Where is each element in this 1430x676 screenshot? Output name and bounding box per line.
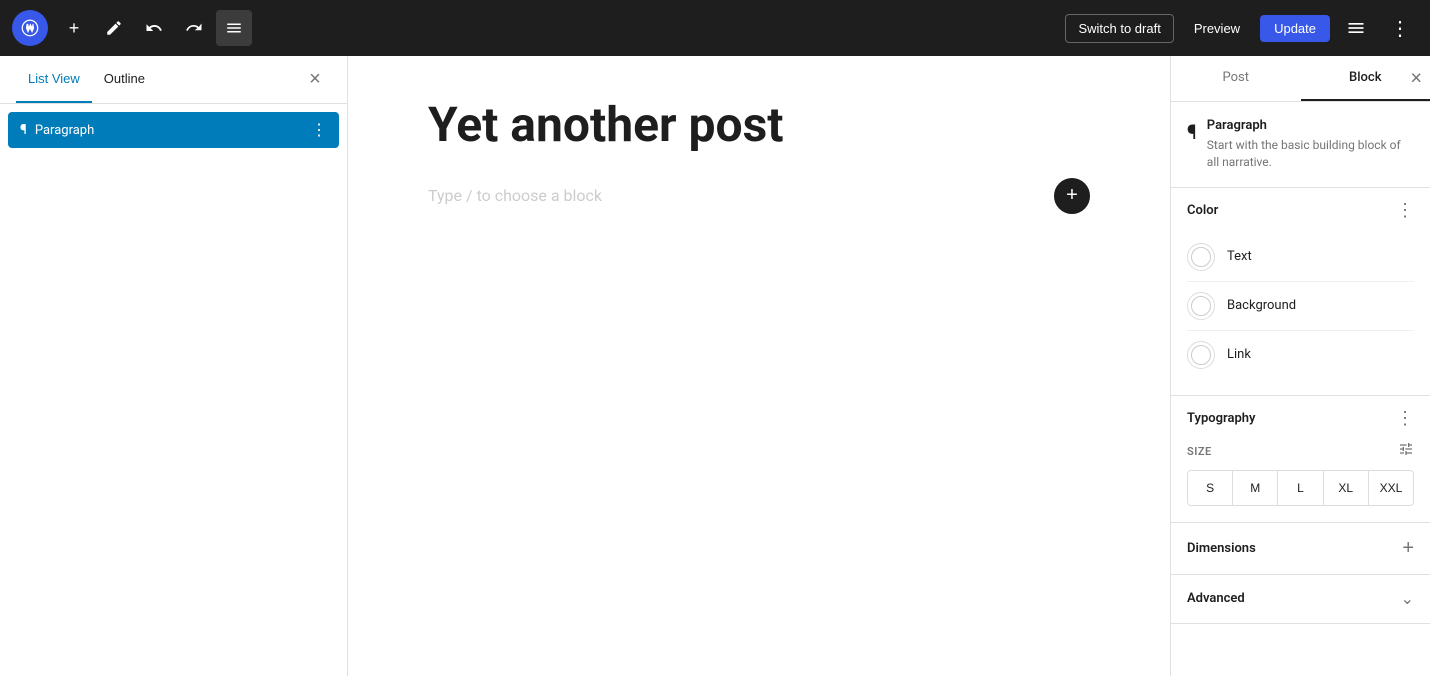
main-area: List View Outline × ¶ Paragraph ⋮ Yet an… [0,56,1430,676]
typography-section-options-button[interactable]: ⋮ [1396,408,1414,429]
toolbar-left: + [12,10,252,46]
block-info: ¶ Paragraph Start with the basic buildin… [1171,102,1430,188]
sidebar-left: List View Outline × ¶ Paragraph ⋮ [0,56,348,676]
sidebar-tabs: List View Outline × [0,56,347,104]
advanced-section-header[interactable]: Advanced ⌄ [1171,575,1430,623]
typography-section: Typography ⋮ SIZE S M L XL XXL [1171,396,1430,523]
size-m-button[interactable]: M [1233,471,1278,505]
color-text-label: Text [1227,249,1252,264]
sidebar-right: Post Block × ¶ Paragraph Start with the … [1170,56,1430,676]
block-info-title: Paragraph [1207,118,1414,133]
color-link-circle [1187,341,1215,369]
advanced-chevron-button[interactable]: ⌄ [1401,589,1414,609]
sidebar-items: ¶ Paragraph ⋮ [0,104,347,156]
more-options-button[interactable]: ⋮ [1382,10,1418,46]
color-link-label: Link [1227,347,1251,362]
color-section-body: Text Background Link [1171,233,1430,395]
color-text-circle [1187,243,1215,271]
size-s-button[interactable]: S [1188,471,1233,505]
tab-outline[interactable]: Outline [92,56,157,103]
size-label-text: SIZE [1187,445,1212,458]
color-option-text[interactable]: Text [1187,233,1414,282]
color-text-circle-inner [1191,247,1211,267]
toolbar-right: Switch to draft Preview Update ⋮ [1065,10,1418,46]
typography-section-body: SIZE S M L XL XXL [1171,441,1430,522]
editor-placeholder[interactable]: Type / to choose a block + [428,178,1090,214]
dimensions-section-header[interactable]: Dimensions + [1171,523,1430,574]
redo-button[interactable] [176,10,212,46]
color-background-label: Background [1227,298,1296,313]
size-label: SIZE [1187,441,1414,462]
sidebar-item-more-button[interactable]: ⋮ [311,120,327,140]
list-view-button[interactable] [216,10,252,46]
edit-button[interactable] [96,10,132,46]
advanced-section-title: Advanced [1187,591,1401,606]
color-background-circle-inner [1191,296,1211,316]
sidebar-item-paragraph[interactable]: ¶ Paragraph ⋮ [8,112,339,148]
color-option-link[interactable]: Link [1187,331,1414,379]
right-panel-close-button[interactable]: × [1410,67,1422,90]
typography-section-header[interactable]: Typography ⋮ [1171,396,1430,441]
right-tabs: Post Block × [1171,56,1430,102]
add-block-inline-button[interactable]: + [1054,178,1090,214]
tab-list-view[interactable]: List View [16,56,92,103]
size-slider-icon-button[interactable] [1398,441,1414,462]
add-block-toolbar-button[interactable]: + [56,10,92,46]
sidebar-item-label: Paragraph [35,123,303,138]
dimensions-section: Dimensions + [1171,523,1430,575]
preview-button[interactable]: Preview [1182,15,1252,42]
advanced-section: Advanced ⌄ [1171,575,1430,624]
color-background-circle [1187,292,1215,320]
update-button[interactable]: Update [1260,15,1330,42]
sidebar-close-button[interactable]: × [299,64,331,96]
tab-post[interactable]: Post [1171,56,1301,101]
settings-button[interactable] [1338,10,1374,46]
placeholder-text: Type / to choose a block [428,186,1046,205]
wp-logo[interactable] [12,10,48,46]
undo-button[interactable] [136,10,172,46]
dimensions-section-title: Dimensions [1187,541,1402,556]
toolbar: + Switch to draft Preview Update ⋮ [0,0,1430,56]
paragraph-icon: ¶ [20,122,27,138]
block-info-text: Paragraph Start with the basic building … [1207,118,1414,171]
editor-area[interactable]: Yet another post Type / to choose a bloc… [348,56,1170,676]
typography-section-title: Typography [1187,411,1396,426]
color-section-header[interactable]: Color ⋮ [1171,188,1430,233]
post-title[interactable]: Yet another post [428,96,1090,154]
color-option-background[interactable]: Background [1187,282,1414,331]
size-xxl-button[interactable]: XXL [1369,471,1413,505]
dimensions-add-button[interactable]: + [1402,537,1414,560]
size-xl-button[interactable]: XL [1324,471,1369,505]
size-l-button[interactable]: L [1278,471,1323,505]
color-link-circle-inner [1191,345,1211,365]
color-section-title: Color [1187,203,1396,218]
switch-to-draft-button[interactable]: Switch to draft [1065,14,1173,43]
color-section-options-button[interactable]: ⋮ [1396,200,1414,221]
color-section: Color ⋮ Text Background [1171,188,1430,396]
block-paragraph-icon: ¶ [1187,120,1197,144]
block-info-description: Start with the basic building block of a… [1207,137,1414,171]
size-buttons: S M L XL XXL [1187,470,1414,506]
